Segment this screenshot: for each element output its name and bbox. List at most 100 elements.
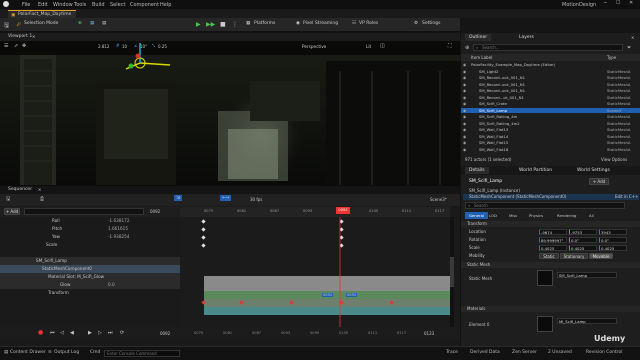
scene-breadcrumb[interactable]: Scene3* bbox=[430, 197, 447, 202]
component-row[interactable]: StaticMeshComponent (StaticMeshComponent… bbox=[463, 194, 639, 200]
outliner-search-input[interactable]: ⌕ Search... bbox=[473, 44, 623, 51]
details-search-input[interactable]: ⌕ Search bbox=[465, 202, 625, 209]
track-row[interactable]: Pitch 1.661615 bbox=[0, 225, 180, 233]
show-flags-icon[interactable]: ◫ bbox=[380, 43, 385, 49]
timeline-ruler[interactable]: 00750081008700930099010501110117 bbox=[180, 207, 450, 217]
outliner-row[interactable]: ◉ PolarFacility_Example_Map_Daytime (Edit… bbox=[461, 62, 640, 68]
cmd-dropdown[interactable]: Cmd bbox=[90, 350, 100, 355]
scale-y-field[interactable]: 0.4025 bbox=[569, 245, 597, 251]
location-y-field[interactable]: -9753 bbox=[569, 229, 597, 235]
viewport-menu-icon[interactable]: ☰ bbox=[4, 43, 8, 49]
column-type[interactable]: Type bbox=[607, 54, 616, 61]
save-icon[interactable]: 🖫 bbox=[4, 21, 9, 29]
zen-server-button[interactable]: Zen Server bbox=[512, 350, 537, 355]
current-frame-field[interactable]: 0092 bbox=[150, 209, 160, 214]
outliner-row[interactable]: ◉ SM_Wall_Flat14 StaticMeshA bbox=[461, 134, 640, 140]
playhead-marker[interactable]: 0092 bbox=[336, 207, 350, 214]
platforms-dropdown[interactable]: Platforms bbox=[254, 21, 275, 29]
outliner-row[interactable]: ◉ SM_Record..ock_001_N1 StaticMeshA bbox=[461, 88, 640, 94]
blueprint-icon[interactable]: ▦ bbox=[90, 21, 94, 29]
rotation-snap-value[interactable]: 10° bbox=[140, 44, 147, 49]
track-row[interactable]: Material Slot: M_Scifi_Glow bbox=[0, 273, 180, 281]
visibility-eye-icon[interactable]: ◉ bbox=[463, 114, 466, 120]
materials-section-header[interactable]: Materials bbox=[461, 306, 640, 312]
console-command-input[interactable]: Enter Console Command bbox=[104, 350, 180, 357]
mobility-movable-button[interactable]: Movable bbox=[589, 253, 613, 259]
derived-data-button[interactable]: Derived Data bbox=[470, 350, 500, 355]
visibility-eye-icon[interactable]: ◉ bbox=[463, 140, 466, 146]
tab-world-settings[interactable]: World Settings bbox=[573, 167, 614, 174]
track-value[interactable]: 0.0 bbox=[108, 281, 115, 289]
static-mesh-section-header[interactable]: Static Mesh bbox=[461, 262, 640, 268]
menu-window[interactable]: Window bbox=[53, 2, 73, 8]
mobility-static-button[interactable]: Static bbox=[539, 253, 559, 259]
visibility-eye-icon[interactable]: ◉ bbox=[463, 95, 466, 101]
tab-layers[interactable]: Layers bbox=[515, 34, 538, 41]
play-forward-button[interactable]: ▶▶ bbox=[206, 21, 215, 29]
visibility-eye-icon[interactable]: ◉ bbox=[463, 69, 466, 75]
go-to-end-button[interactable]: ⏭ bbox=[108, 330, 113, 336]
playback-end-field[interactable]: 0123 bbox=[424, 331, 434, 336]
filter-tab-all[interactable]: All bbox=[589, 212, 594, 219]
add-content-icon[interactable]: ⊕ bbox=[78, 21, 82, 29]
trace-button[interactable]: Trace bbox=[446, 350, 458, 355]
outliner-row[interactable]: ◉ SM_Light2 StaticMeshA bbox=[461, 69, 640, 75]
close-icon[interactable]: ✕ bbox=[32, 34, 35, 39]
track-value[interactable]: -1.638172 bbox=[108, 217, 130, 225]
rotation-x-field[interactable]: 89.999997° bbox=[539, 237, 567, 243]
scale-x-field[interactable]: 0.4025 bbox=[539, 245, 567, 251]
track-row[interactable]: Roll -1.638172 bbox=[0, 217, 180, 225]
track-value[interactable]: 1.661615 bbox=[108, 225, 128, 233]
more-icon[interactable]: ⋮ bbox=[232, 21, 238, 29]
track-value[interactable]: -1.938254 bbox=[108, 233, 130, 241]
visibility-eye-icon[interactable]: ◉ bbox=[463, 134, 466, 140]
visibility-eye-icon[interactable]: ◉ bbox=[463, 75, 466, 81]
menu-help[interactable]: Help bbox=[160, 2, 171, 8]
tab-details[interactable]: Details bbox=[465, 167, 489, 174]
edit-in-cpp-link[interactable]: Edit in C++ bbox=[615, 194, 638, 200]
output-log-button[interactable]: Output Log bbox=[54, 350, 79, 355]
instance-row[interactable]: SM_Scifi_Lamp (Instance) bbox=[469, 188, 520, 193]
scale-z-field[interactable]: 0.4025 bbox=[599, 245, 627, 251]
selection-mode-dropdown[interactable]: Selection Mode bbox=[24, 21, 58, 29]
go-to-start-button[interactable]: ⏮ bbox=[50, 330, 55, 336]
outliner-row[interactable]: ◉ SM_Scifi_Railing_4m StaticMeshA bbox=[461, 114, 640, 120]
keyframe-icon[interactable]: ⟷ bbox=[220, 195, 232, 201]
maximize-viewport-icon[interactable]: ⛶ bbox=[448, 43, 452, 49]
viewport-tab[interactable]: Viewport 1 bbox=[8, 34, 32, 39]
content-drawer-button[interactable]: Content Drawer bbox=[10, 350, 46, 355]
view-options-button[interactable]: View Options bbox=[601, 155, 627, 164]
outliner-row[interactable]: ◉ SM_Record..ock_001_N1 StaticMeshA bbox=[461, 75, 640, 81]
outliner-row[interactable]: ◉ SM_Record...ck_001_N1 StaticMeshA bbox=[461, 95, 640, 101]
visibility-eye-icon[interactable]: ◉ bbox=[463, 127, 466, 133]
unsaved-button[interactable]: 2 Unsaved bbox=[548, 350, 572, 355]
camera-icon[interactable]: ⎙ bbox=[40, 196, 44, 202]
track-row[interactable]: Scale bbox=[0, 241, 180, 249]
add-component-button[interactable]: + Add bbox=[589, 178, 609, 185]
static-mesh-picker[interactable]: SM_Scifi_Lamp bbox=[557, 272, 617, 278]
rotation-z-field[interactable]: 0.0° bbox=[599, 237, 627, 243]
camera-speed[interactable]: 2.812 bbox=[98, 44, 109, 49]
track-search-input[interactable] bbox=[24, 208, 144, 215]
scale-snap-value[interactable]: 0.25 bbox=[158, 44, 167, 49]
sequencer-vertical-scrollbar[interactable] bbox=[450, 217, 454, 327]
transform-move-icon[interactable]: ✥ bbox=[22, 43, 26, 49]
menu-tools[interactable]: Tools bbox=[74, 2, 86, 8]
level-viewport[interactable]: ☰ ⬀ ✥ 2.812 # 10 ∠ 10° ⤡ 0.25 Perspectiv… bbox=[0, 41, 460, 185]
fps-dropdown[interactable]: 30 fps bbox=[250, 197, 262, 202]
rotation-snap-icon[interactable]: ∠ bbox=[134, 43, 138, 48]
grid-snap-value[interactable]: 10 bbox=[122, 44, 127, 49]
mobility-stationary-button[interactable]: Stationary bbox=[560, 253, 588, 259]
filter-tab-misc[interactable]: Misc bbox=[509, 212, 517, 219]
visibility-eye-icon[interactable]: ◉ bbox=[463, 121, 466, 127]
track-row[interactable]: Transform bbox=[0, 289, 180, 297]
location-x-field[interactable]: -9674 bbox=[539, 229, 567, 235]
menu-select[interactable]: Select bbox=[110, 2, 125, 8]
play-button[interactable]: ▶ bbox=[196, 21, 201, 29]
actor-name-field[interactable]: SM_Scifi_Lamp bbox=[469, 179, 502, 184]
filter-tab-rendering[interactable]: Rendering bbox=[557, 212, 576, 219]
filter-icon[interactable]: ⏷ bbox=[627, 45, 631, 51]
outliner-row[interactable]: ◉ SM_Scifi_Railing_4m2 StaticMeshA bbox=[461, 121, 640, 127]
visibility-eye-icon[interactable]: ◉ bbox=[463, 147, 466, 153]
filter-tab-physics[interactable]: Physics bbox=[529, 212, 543, 219]
